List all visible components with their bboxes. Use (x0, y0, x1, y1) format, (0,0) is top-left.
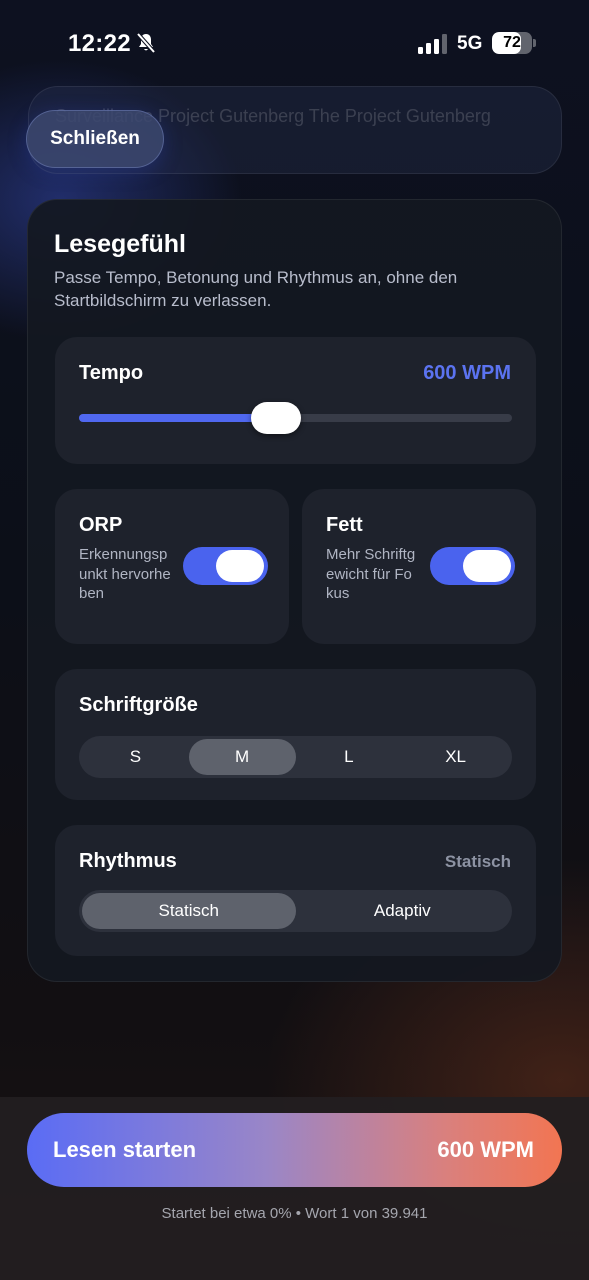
rhythm-card: Rhythmus Statisch Statisch Adaptiv (55, 825, 536, 956)
bell-slash-icon (136, 32, 156, 54)
orp-toggle-knob (216, 550, 264, 582)
battery-icon: 72 (492, 32, 536, 54)
font-size-option-xl[interactable]: XL (402, 739, 509, 775)
bold-description: Mehr Schriftgewicht für Fokus (326, 546, 416, 602)
orp-description: Erkennungspunkt hervorheben (79, 546, 171, 602)
bottom-bar: Lesen starten 600 WPM Startet bei etwa 0… (0, 1097, 589, 1280)
font-size-selector: S M L XL (79, 736, 512, 778)
bold-toggle[interactable] (430, 547, 515, 585)
bold-title: Fett (326, 514, 363, 536)
font-size-label: Schriftgröße (79, 694, 198, 716)
network-type: 5G (457, 33, 483, 54)
bold-toggle-knob (463, 550, 511, 582)
font-size-option-m[interactable]: M (188, 739, 296, 775)
bold-card: Fett Mehr Schriftgewicht für Fokus (302, 489, 536, 644)
panel-subtitle: Passe Tempo, Betonung und Rhythmus an, o… (54, 268, 458, 310)
rhythm-label: Rhythmus (79, 850, 177, 872)
rhythm-current-value: Statisch (444, 852, 511, 871)
orp-card: ORP Erkennungspunkt hervorheben (55, 489, 289, 644)
tempo-label: Tempo (79, 362, 144, 384)
font-size-option-l[interactable]: L (296, 739, 403, 775)
font-size-card: Schriftgröße S M L XL (55, 669, 536, 800)
start-reading-wpm: 600 WPM (437, 1137, 534, 1162)
tempo-value: 600 WPM (423, 362, 511, 384)
panel-title: Lesegefühl (54, 230, 186, 258)
status-bar: 12:22 5G 72 (0, 0, 589, 88)
tempo-card: Tempo 600 WPM (55, 337, 536, 464)
start-reading-label: Lesen starten (53, 1137, 197, 1162)
orp-toggle[interactable] (183, 547, 268, 585)
reading-settings-panel: Lesegefühl Passe Tempo, Betonung und Rhy… (27, 199, 562, 982)
rhythm-option-static[interactable]: Statisch (82, 893, 296, 929)
start-position-info: Startet bei etwa 0% • Wort 1 von 39.941 (161, 1205, 428, 1222)
close-button[interactable]: Schließen (26, 110, 164, 168)
tempo-slider-fill (79, 414, 276, 422)
status-time: 12:22 (68, 30, 131, 57)
start-reading-button[interactable]: Lesen starten 600 WPM (27, 1113, 562, 1187)
rhythm-selector: Statisch Adaptiv (79, 890, 512, 932)
battery-percent: 72 (503, 34, 521, 51)
font-size-option-s[interactable]: S (82, 739, 189, 775)
tempo-slider-thumb[interactable] (251, 402, 301, 434)
signal-icon (418, 34, 447, 54)
rhythm-option-adaptive[interactable]: Adaptiv (296, 893, 510, 929)
orp-title: ORP (79, 514, 123, 536)
